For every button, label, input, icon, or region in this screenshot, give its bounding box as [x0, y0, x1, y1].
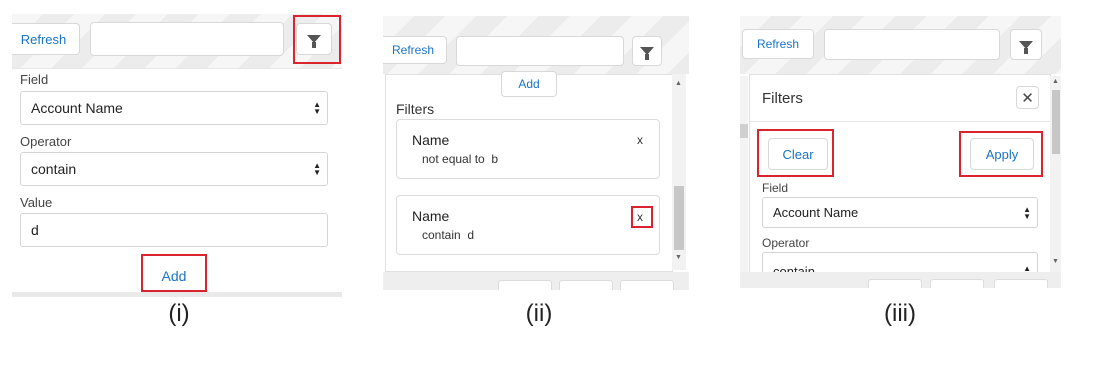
footer-button[interactable] [559, 280, 613, 290]
filter-button[interactable] [632, 36, 662, 66]
filter-card: Name contain d x [396, 195, 660, 255]
filters-label: Filters [396, 101, 435, 117]
value-input-text: d [31, 222, 39, 238]
filter-condition: not equal to b [422, 152, 499, 166]
filter-button[interactable] [1010, 29, 1042, 60]
field-select[interactable]: Account Name ▲ ▼ [762, 197, 1038, 228]
field-label: Field [20, 72, 49, 87]
filter-condition: contain d [422, 228, 475, 242]
filter-icon [1019, 40, 1033, 54]
operator-select-value: contain [31, 161, 77, 177]
highlight-add-button [141, 254, 207, 292]
operator-select[interactable]: contain ▲ ▼ [20, 152, 328, 186]
close-icon: ✕ [1021, 89, 1034, 107]
filters-popover: Filters ✕ Clear Apply Field Account Name… [749, 74, 1051, 288]
left-scroll-strip [740, 76, 748, 272]
filter-card: Name not equal to b x [396, 119, 660, 179]
chevron-up-icon: ▲ [1023, 264, 1031, 273]
field-select[interactable]: Account Name ▲ ▼ [20, 91, 328, 125]
field-label: Field [762, 181, 789, 195]
chevron-updown-icon: ▲ ▼ [313, 100, 321, 116]
caption-iii: (iii) [884, 300, 916, 327]
scrollbar-thumb[interactable] [674, 186, 684, 250]
refresh-button[interactable]: Refresh [742, 29, 814, 59]
footer-button[interactable] [930, 279, 984, 288]
close-button[interactable]: ✕ [1016, 86, 1039, 109]
highlight-apply-button [959, 131, 1043, 177]
scrollbar[interactable]: ▲ ▼ [672, 74, 686, 270]
footer-bar [12, 292, 342, 297]
value-label: Value [20, 195, 53, 210]
footer-button[interactable] [620, 280, 674, 290]
field-select-value: Account Name [31, 100, 123, 116]
scroll-down-icon[interactable]: ▼ [675, 254, 682, 261]
footer-bar [383, 272, 689, 290]
scroll-up-icon[interactable]: ▲ [1052, 78, 1059, 85]
caption-i: (i) [168, 300, 190, 327]
scrollbar[interactable]: ▲ ▼ [1050, 76, 1061, 272]
search-input[interactable] [90, 22, 284, 56]
value-input[interactable]: d [20, 213, 328, 247]
search-input[interactable] [456, 36, 624, 66]
field-select-value: Account Name [773, 205, 859, 220]
scrollbar-thumb[interactable] [1052, 90, 1060, 154]
filter-name: Name [412, 132, 450, 148]
footer-button[interactable] [994, 279, 1048, 288]
highlight-filter-button [293, 15, 341, 64]
operator-label: Operator [762, 236, 810, 250]
highlight-clear-button [757, 129, 834, 177]
refresh-button[interactable]: Refresh [12, 23, 80, 55]
filter-name: Name [412, 208, 450, 224]
chevron-updown-icon: ▲ ▼ [313, 161, 321, 177]
scroll-up-icon[interactable]: ▲ [675, 80, 682, 87]
caption-ii: (ii) [525, 300, 553, 327]
filter-icon [640, 47, 654, 60]
filter-list-popover: Add Filters Name not equal to b x Name c… [385, 71, 673, 272]
scroll-down-icon[interactable]: ▼ [1052, 258, 1059, 265]
divider [750, 121, 1050, 122]
search-input[interactable] [824, 29, 1000, 60]
panel-ii: Refresh Add Filters Name not equal to b … [383, 16, 689, 290]
highlight-remove-button [631, 206, 653, 228]
footer-bar [740, 272, 1061, 288]
add-button[interactable]: Add [501, 71, 557, 97]
chevron-updown-icon: ▲ ▼ [1023, 204, 1031, 221]
operator-label: Operator [20, 134, 72, 149]
footer-button[interactable] [498, 280, 552, 290]
scrollbar-thumb[interactable] [740, 124, 748, 138]
remove-filter-button[interactable]: x [637, 133, 643, 147]
footer-button[interactable] [868, 279, 922, 288]
filters-title: Filters [762, 90, 803, 107]
refresh-button[interactable]: Refresh [383, 36, 447, 64]
